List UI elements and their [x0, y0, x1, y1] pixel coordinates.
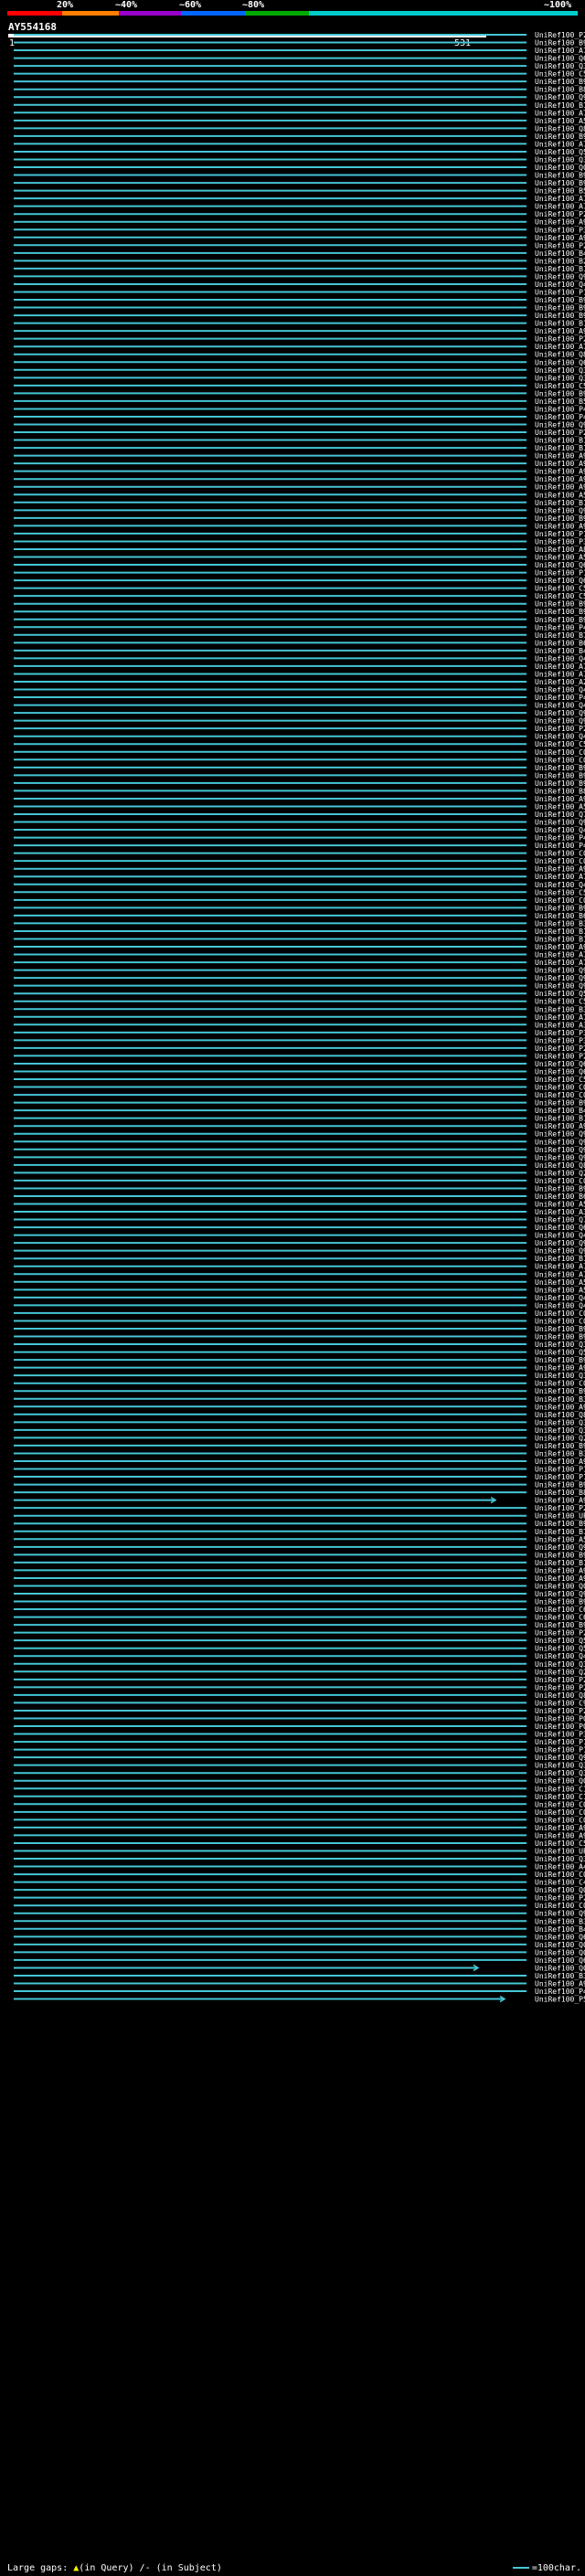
hits-alignment-graphic: UniRef100_P29512UniRef100_B9S382UniRef10…: [14, 31, 585, 2004]
gaps-label: Large gaps:: [7, 2563, 69, 2573]
gap-subject-label: /- (in Subject): [139, 2563, 222, 2573]
footer-legend: Large gaps: ▲(in Query) /- (in Subject) …: [7, 2562, 581, 2575]
gap-query-label: (in Query): [79, 2563, 134, 2573]
gap-legend: Large gaps: ▲(in Query) /- (in Subject): [7, 2562, 222, 2575]
scale-line-icon: [512, 2567, 529, 2569]
scale-legend: =100char.: [512, 2562, 581, 2575]
scale-legend-label: =100char.: [531, 2563, 581, 2573]
hit-id-link[interactable]: UniRef100_P53107: [535, 1996, 585, 2004]
